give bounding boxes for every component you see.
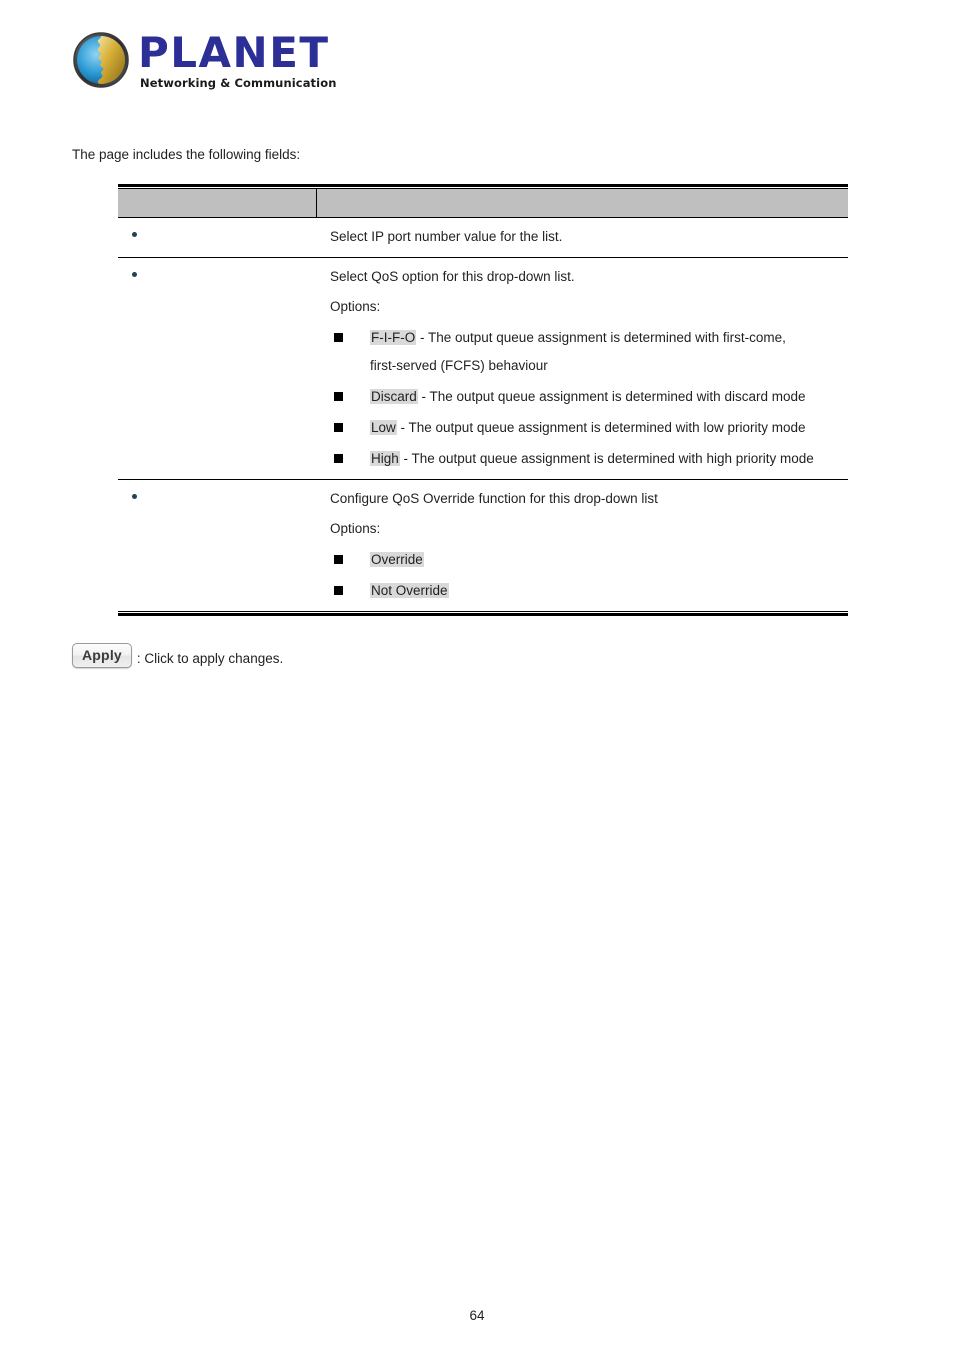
apply-button[interactable]: Apply bbox=[72, 643, 132, 668]
logo-text: PLANET Networking & Communication bbox=[138, 28, 337, 91]
option-item: Override bbox=[330, 550, 840, 570]
row-description-cell: Select QoS option for this drop-down lis… bbox=[316, 256, 848, 479]
option-term: F-I-F-O bbox=[370, 329, 417, 345]
planet-logo: PLANET Networking & Communication bbox=[72, 30, 392, 90]
description-text: Select QoS option for this drop-down lis… bbox=[330, 268, 575, 284]
square-bullet-icon bbox=[334, 453, 343, 463]
option-continuation: first-served (FCFS) behaviour bbox=[370, 357, 548, 373]
row-description-cell: Configure QoS Override function for this… bbox=[316, 478, 848, 611]
fields-table: Select IP port number value for the list… bbox=[118, 189, 848, 611]
row-description-cell: Select IP port number value for the list… bbox=[316, 216, 848, 257]
apply-caption: : Click to apply changes. bbox=[136, 651, 284, 666]
option-term: High bbox=[370, 450, 400, 466]
apply-section: Apply : Click to apply changes. bbox=[72, 643, 283, 668]
bullet-icon bbox=[132, 271, 137, 277]
options-label: Options: bbox=[330, 520, 381, 536]
option-item: Discard - The output queue assignment is… bbox=[330, 387, 840, 407]
square-bullet-icon bbox=[334, 391, 343, 401]
option-description: - The output queue assignment is determi… bbox=[399, 450, 814, 466]
header-cell-object bbox=[118, 189, 317, 217]
bullet-icon bbox=[132, 231, 137, 237]
option-text: Low - The output queue assignment is det… bbox=[370, 418, 840, 438]
option-term: Discard bbox=[370, 388, 418, 404]
row-object-cell bbox=[118, 216, 316, 257]
square-bullet-icon bbox=[334, 422, 343, 432]
options-label: Options: bbox=[330, 298, 381, 314]
table-row: Configure QoS Override function for this… bbox=[118, 478, 848, 611]
row-object-cell bbox=[118, 256, 316, 479]
option-description: - The output queue assignment is determi… bbox=[416, 329, 786, 345]
option-term: Override bbox=[370, 551, 424, 567]
table-row: Select QoS option for this drop-down lis… bbox=[118, 256, 848, 479]
option-description: - The output queue assignment is determi… bbox=[396, 419, 806, 435]
description-text: Configure QoS Override function for this… bbox=[330, 490, 658, 506]
option-text: High - The output queue assignment is de… bbox=[370, 449, 840, 469]
option-item: Not Override bbox=[330, 581, 840, 601]
option-term: Low bbox=[370, 419, 397, 435]
option-item: Low - The output queue assignment is det… bbox=[330, 418, 840, 438]
option-text: Not Override bbox=[370, 581, 840, 601]
table-header-row bbox=[118, 189, 848, 217]
document-header: PLANET Networking & Communication bbox=[72, 30, 392, 110]
option-description: - The output queue assignment is determi… bbox=[417, 388, 806, 404]
option-text: Override bbox=[370, 550, 840, 570]
intro-text: The page includes the following fields: bbox=[72, 147, 301, 162]
logo-tagline: Networking & Communication bbox=[140, 76, 337, 91]
square-bullet-icon bbox=[334, 554, 343, 564]
globe-icon bbox=[72, 31, 130, 89]
table-row: Select IP port number value for the list… bbox=[118, 216, 848, 257]
option-text: Discard - The output queue assignment is… bbox=[370, 387, 840, 407]
table-bottom-rule bbox=[118, 611, 848, 616]
description-text: Select IP port number value for the list… bbox=[330, 228, 563, 244]
option-item: High - The output queue assignment is de… bbox=[330, 449, 840, 469]
square-bullet-icon bbox=[334, 332, 343, 342]
bullet-icon bbox=[132, 493, 137, 499]
page-number: 64 bbox=[469, 1308, 485, 1323]
option-item: F-I-F-O - The output queue assignment is… bbox=[330, 328, 840, 348]
option-term: Not Override bbox=[370, 582, 449, 598]
logo-wordmark: PLANET bbox=[138, 28, 330, 77]
row-object-cell bbox=[118, 478, 316, 611]
header-cell-description bbox=[316, 189, 848, 217]
square-bullet-icon bbox=[334, 585, 343, 595]
option-text: F-I-F-O - The output queue assignment is… bbox=[370, 328, 840, 348]
